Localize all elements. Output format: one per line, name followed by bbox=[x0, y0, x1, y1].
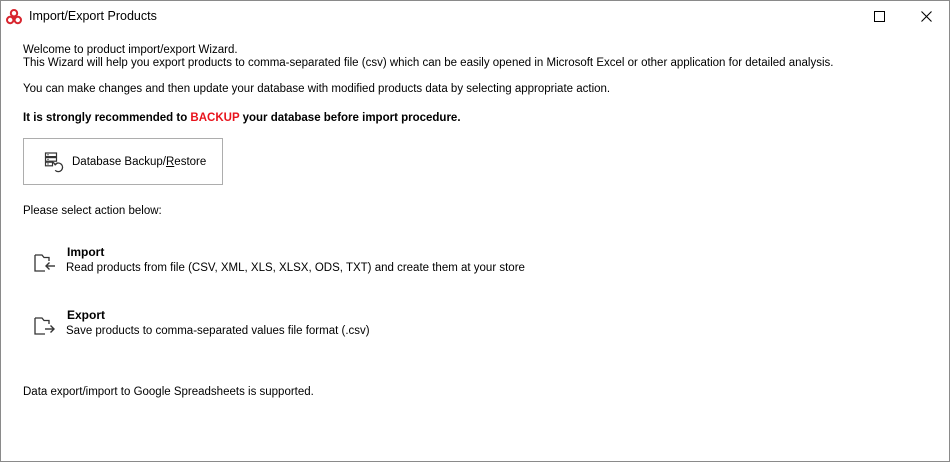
window-title: Import/Export Products bbox=[29, 9, 157, 23]
select-action-label: Please select action below: bbox=[23, 205, 162, 217]
wizard-content: Welcome to product import/export Wizard.… bbox=[1, 32, 949, 461]
title-bar[interactable]: Import/Export Products bbox=[1, 1, 949, 32]
google-spreadsheets-note: Data export/import to Google Spreadsheet… bbox=[23, 386, 314, 398]
wizard-description: This Wizard will help you export product… bbox=[23, 57, 834, 69]
maximize-button[interactable] bbox=[856, 1, 902, 32]
import-folder-icon bbox=[34, 254, 55, 272]
close-button[interactable] bbox=[903, 1, 949, 32]
update-description: You can make changes and then update you… bbox=[23, 83, 611, 95]
maximize-icon bbox=[873, 11, 885, 22]
app-logo-icon bbox=[6, 9, 22, 25]
import-action[interactable]: Import Read products from file (CSV, XML… bbox=[23, 240, 543, 286]
export-description: Save products to comma-separated values … bbox=[66, 325, 370, 337]
export-folder-icon bbox=[34, 317, 55, 335]
export-title: Export bbox=[67, 308, 106, 322]
database-backup-restore-button[interactable]: Database Backup/Restore bbox=[23, 138, 223, 185]
import-description: Read products from file (CSV, XML, XLS, … bbox=[66, 262, 525, 274]
database-backup-icon bbox=[44, 151, 64, 172]
import-export-window: Import/Export Products Welcome to produc… bbox=[0, 0, 950, 462]
close-icon bbox=[920, 11, 932, 22]
import-title: Import bbox=[67, 245, 105, 259]
backup-button-label: Database Backup/Restore bbox=[72, 155, 207, 168]
warning-text-after: your database before import procedure. bbox=[239, 112, 461, 124]
export-action[interactable]: Export Save products to comma-separated … bbox=[23, 303, 543, 349]
welcome-text: Welcome to product import/export Wizard. bbox=[23, 44, 238, 56]
warning-text-before: It is strongly recommended to bbox=[23, 112, 191, 124]
warning-highlight: BACKUP bbox=[190, 112, 240, 124]
backup-warning: It is strongly recommended to BACKUP you… bbox=[23, 112, 461, 124]
